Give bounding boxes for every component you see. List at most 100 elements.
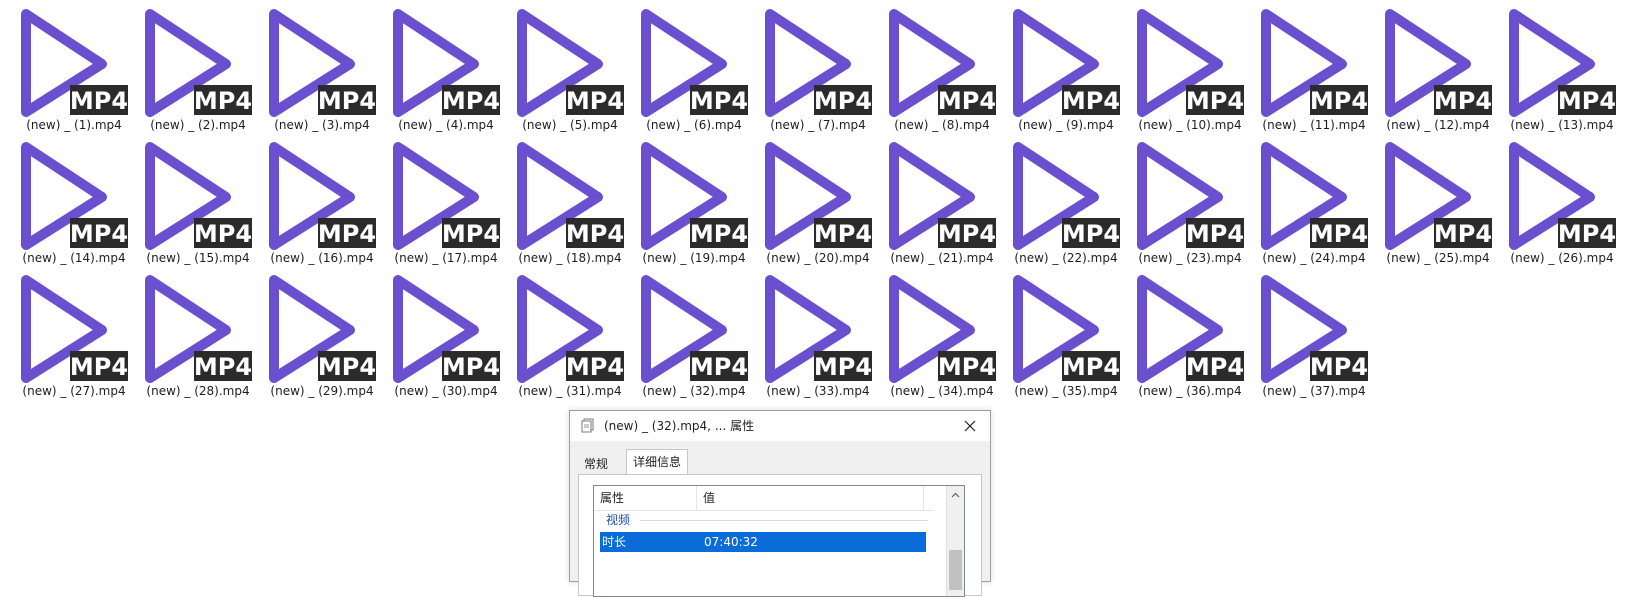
mp4-badge-label: MP4 bbox=[566, 87, 624, 115]
mp4-badge-label: MP4 bbox=[1558, 87, 1616, 115]
file-item[interactable]: MP4 (new) _ (21).mp4 bbox=[882, 139, 1002, 267]
scroll-thumb[interactable] bbox=[949, 550, 962, 590]
file-item[interactable]: MP4 (new) _ (5).mp4 bbox=[510, 6, 630, 134]
file-item[interactable]: MP4 (new) _ (4).mp4 bbox=[386, 6, 506, 134]
mp4-badge-label: MP4 bbox=[690, 87, 748, 115]
mp4-badge-label: MP4 bbox=[442, 220, 500, 248]
dialog-title: (new) _ (32).mp4, ... 属性 bbox=[604, 419, 755, 433]
mp4-play-icon: MP4 bbox=[393, 142, 500, 250]
mp4-play-icon: MP4 bbox=[1509, 9, 1616, 117]
property-value: 07:40:32 bbox=[704, 535, 758, 549]
property-list[interactable]: 属性 值 视频 时长 07:40:32 bbox=[593, 485, 965, 597]
file-item[interactable]: MP4 (new) _ (10).mp4 bbox=[1130, 6, 1250, 134]
mp4-play-icon: MP4 bbox=[145, 142, 252, 250]
mp4-badge-label: MP4 bbox=[70, 220, 128, 248]
file-item[interactable]: MP4 (new) _ (13).mp4 bbox=[1502, 6, 1622, 134]
dialog-titlebar[interactable]: (new) _ (32).mp4, ... 属性 bbox=[570, 411, 990, 441]
file-item[interactable]: MP4 (new) _ (29).mp4 bbox=[262, 272, 382, 400]
file-item[interactable]: MP4 (new) _ (12).mp4 bbox=[1378, 6, 1498, 134]
file-item[interactable]: MP4 (new) _ (11).mp4 bbox=[1254, 6, 1374, 134]
file-name-label: (new) _ (32).mp4 bbox=[642, 384, 746, 398]
mp4-badge-label: MP4 bbox=[566, 353, 624, 381]
file-item[interactable]: MP4 (new) _ (6).mp4 bbox=[634, 6, 754, 134]
file-item[interactable]: MP4 (new) _ (15).mp4 bbox=[138, 139, 258, 267]
mp4-play-icon: MP4 bbox=[889, 9, 996, 117]
file-item[interactable]: MP4 (new) _ (7).mp4 bbox=[758, 6, 878, 134]
file-item[interactable]: MP4 (new) _ (3).mp4 bbox=[262, 6, 382, 134]
file-item[interactable]: MP4 (new) _ (31).mp4 bbox=[510, 272, 630, 400]
file-name-label: (new) _ (25).mp4 bbox=[1386, 251, 1490, 265]
mp4-play-icon: MP4 bbox=[517, 142, 624, 250]
list-header: 属性 值 bbox=[594, 486, 934, 511]
file-name-label: (new) _ (1).mp4 bbox=[26, 118, 122, 132]
mp4-badge-label: MP4 bbox=[442, 353, 500, 381]
file-name-label: (new) _ (5).mp4 bbox=[522, 118, 618, 132]
close-button[interactable] bbox=[950, 411, 990, 441]
mp4-play-icon: MP4 bbox=[1385, 142, 1492, 250]
file-item[interactable]: MP4 (new) _ (34).mp4 bbox=[882, 272, 1002, 400]
mp4-play-icon: MP4 bbox=[641, 275, 748, 383]
mp4-badge-label: MP4 bbox=[1062, 87, 1120, 115]
file-name-label: (new) _ (22).mp4 bbox=[1014, 251, 1118, 265]
file-item[interactable]: MP4 (new) _ (19).mp4 bbox=[634, 139, 754, 267]
mp4-badge-label: MP4 bbox=[566, 220, 624, 248]
file-name-label: (new) _ (36).mp4 bbox=[1138, 384, 1242, 398]
file-name-label: (new) _ (15).mp4 bbox=[146, 251, 250, 265]
mp4-badge-label: MP4 bbox=[690, 220, 748, 248]
file-item[interactable]: MP4 (new) _ (36).mp4 bbox=[1130, 272, 1250, 400]
group-header-video: 视频 bbox=[606, 513, 631, 527]
file-item[interactable]: MP4 (new) _ (9).mp4 bbox=[1006, 6, 1126, 134]
file-item[interactable]: MP4 (new) _ (1).mp4 bbox=[14, 6, 134, 134]
mp4-play-icon: MP4 bbox=[393, 9, 500, 117]
tab-details[interactable]: 详细信息 bbox=[626, 449, 689, 476]
file-item[interactable]: MP4 (new) _ (27).mp4 bbox=[14, 272, 134, 400]
file-name-label: (new) _ (33).mp4 bbox=[766, 384, 870, 398]
file-item[interactable]: MP4 (new) _ (37).mp4 bbox=[1254, 272, 1374, 400]
file-item[interactable]: MP4 (new) _ (23).mp4 bbox=[1130, 139, 1250, 267]
mp4-badge-label: MP4 bbox=[938, 87, 996, 115]
mp4-play-icon: MP4 bbox=[1013, 275, 1120, 383]
file-name-label: (new) _ (37).mp4 bbox=[1262, 384, 1366, 398]
property-row-duration[interactable]: 时长 07:40:32 bbox=[600, 532, 926, 552]
mp4-badge-label: MP4 bbox=[1558, 220, 1616, 248]
file-item[interactable]: MP4 (new) _ (25).mp4 bbox=[1378, 139, 1498, 267]
mp4-play-icon: MP4 bbox=[269, 275, 376, 383]
mp4-play-icon: MP4 bbox=[21, 9, 128, 117]
tab-general[interactable]: 常规 bbox=[578, 453, 614, 475]
file-item[interactable]: MP4 (new) _ (28).mp4 bbox=[138, 272, 258, 400]
file-name-label: (new) _ (17).mp4 bbox=[394, 251, 498, 265]
file-name-label: (new) _ (26).mp4 bbox=[1510, 251, 1614, 265]
file-item[interactable]: MP4 (new) _ (33).mp4 bbox=[758, 272, 878, 400]
mp4-badge-label: MP4 bbox=[814, 220, 872, 248]
mp4-play-icon: MP4 bbox=[145, 9, 252, 117]
file-item[interactable]: MP4 (new) _ (24).mp4 bbox=[1254, 139, 1374, 267]
mp4-badge-label: MP4 bbox=[938, 220, 996, 248]
scroll-up-button[interactable] bbox=[947, 486, 964, 503]
mp4-badge-label: MP4 bbox=[814, 353, 872, 381]
file-item[interactable]: MP4 (new) _ (22).mp4 bbox=[1006, 139, 1126, 267]
file-name-label: (new) _ (2).mp4 bbox=[150, 118, 246, 132]
mp4-badge-label: MP4 bbox=[194, 220, 252, 248]
column-header-property[interactable]: 属性 bbox=[594, 486, 697, 510]
file-item[interactable]: MP4 (new) _ (35).mp4 bbox=[1006, 272, 1126, 400]
file-item[interactable]: MP4 (new) _ (14).mp4 bbox=[14, 139, 134, 267]
mp4-play-icon: MP4 bbox=[1385, 9, 1492, 117]
mp4-badge-label: MP4 bbox=[70, 353, 128, 381]
file-name-label: (new) _ (18).mp4 bbox=[518, 251, 622, 265]
file-item[interactable]: MP4 (new) _ (30).mp4 bbox=[386, 272, 506, 400]
file-properties-icon bbox=[581, 418, 594, 433]
file-item[interactable]: MP4 (new) _ (32).mp4 bbox=[634, 272, 754, 400]
file-item[interactable]: MP4 (new) _ (17).mp4 bbox=[386, 139, 506, 267]
file-item[interactable]: MP4 (new) _ (2).mp4 bbox=[138, 6, 258, 134]
file-name-label: (new) _ (6).mp4 bbox=[646, 118, 742, 132]
file-item[interactable]: MP4 (new) _ (8).mp4 bbox=[882, 6, 1002, 134]
file-item[interactable]: MP4 (new) _ (26).mp4 bbox=[1502, 139, 1622, 267]
file-item[interactable]: MP4 (new) _ (20).mp4 bbox=[758, 139, 878, 267]
file-item[interactable]: MP4 (new) _ (18).mp4 bbox=[510, 139, 630, 267]
vertical-scrollbar[interactable] bbox=[946, 486, 964, 596]
file-item[interactable]: MP4 (new) _ (16).mp4 bbox=[262, 139, 382, 267]
mp4-play-icon: MP4 bbox=[765, 275, 872, 383]
file-name-label: (new) _ (13).mp4 bbox=[1510, 118, 1614, 132]
file-name-label: (new) _ (4).mp4 bbox=[398, 118, 494, 132]
column-header-value[interactable]: 值 bbox=[697, 486, 924, 510]
